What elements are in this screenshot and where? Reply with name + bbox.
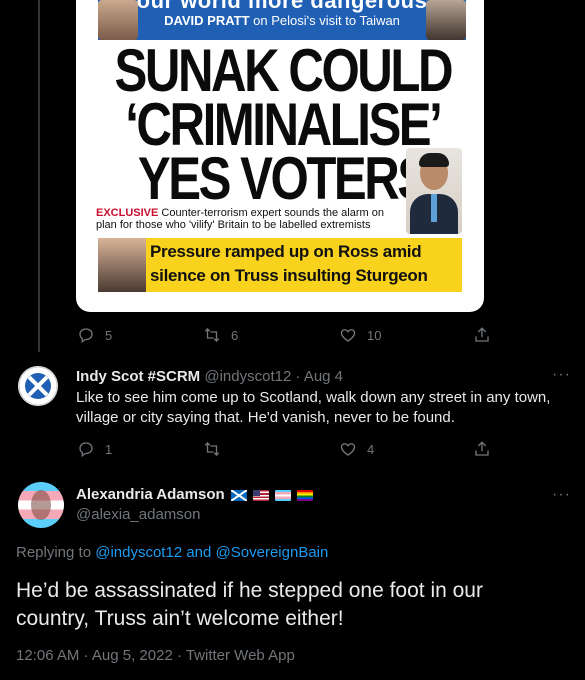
- reply-icon: [79, 442, 93, 458]
- headline-line: SUNAK COULD: [114, 37, 454, 104]
- reply1-reply-count: 1: [105, 441, 113, 457]
- yellow-box-headline: Pressure ramped up on Ross amid silence …: [150, 240, 460, 288]
- reply1-handle[interactable]: @indyscot12: [204, 368, 291, 385]
- replying-to-line: Replying to @indyscot12 and @SovereignBa…: [16, 544, 328, 561]
- avatar-alexandria-adamson[interactable]: [18, 482, 64, 528]
- yellow-line: silence on Truss insulting Sturgeon: [150, 266, 428, 285]
- retweet-count: 6: [231, 327, 239, 343]
- reply1-header: Indy Scot #SCRM @indyscot12 · Aug 4: [76, 368, 343, 385]
- banner-author: DAVID PRATT: [164, 13, 250, 28]
- tweet-image-newspaper[interactable]: our world more dangerous DAVID PRATT on …: [76, 0, 484, 312]
- yellow-box-photo: [98, 238, 146, 292]
- reply1-text: Like to see him come up to Scotland, wal…: [76, 389, 551, 426]
- share-icon: [475, 327, 489, 342]
- replying-prefix: Replying to: [16, 544, 92, 561]
- reply1-like-button[interactable]: 4: [339, 440, 374, 458]
- exclusive-tag: EXCLUSIVE: [96, 207, 159, 219]
- like-button[interactable]: 10: [339, 326, 381, 344]
- scotland-flag-icon: [230, 489, 247, 501]
- reply1-reply-button[interactable]: 1: [77, 440, 112, 458]
- reply-button[interactable]: 5: [77, 326, 112, 344]
- saltire-badge-icon: [18, 366, 58, 406]
- banner-photo-right: [426, 0, 466, 40]
- main-tweet-more-icon[interactable]: ···: [552, 486, 571, 504]
- share-button[interactable]: [473, 326, 491, 344]
- like-count: 10: [367, 327, 382, 343]
- retweet-button[interactable]: 6: [203, 326, 238, 344]
- rainbow-flag-icon: [297, 489, 314, 501]
- main-tweet-name[interactable]: Alexandria Adamson: [76, 486, 225, 503]
- reply1-date[interactable]: · Aug 4: [295, 368, 343, 385]
- avatar-silhouette: [31, 490, 51, 520]
- banner-subtext: on Pelosi's visit to Taiwan: [253, 13, 400, 28]
- trans-flag-icon: [275, 489, 292, 501]
- headline-line: ‘CRIMINALISE’: [125, 91, 443, 158]
- share-icon: [475, 441, 489, 456]
- avatar-indy-scot[interactable]: [18, 366, 58, 406]
- reply1-retweet-button[interactable]: [203, 440, 221, 458]
- main-tweet-handle[interactable]: @alexia_adamson: [76, 506, 200, 523]
- newspaper-banner: our world more dangerous DAVID PRATT on …: [98, 0, 466, 40]
- thread-connector-line: [38, 0, 40, 352]
- reply-count: 5: [105, 327, 113, 343]
- yellow-line: Pressure ramped up on Ross amid: [150, 242, 422, 261]
- main-tweet-meta[interactable]: 12:06 AM · Aug 5, 2022 · Twitter Web App: [16, 647, 295, 664]
- newspaper-portrait-photo: [406, 148, 462, 234]
- us-flag-icon: [253, 489, 269, 501]
- banner-subline: DAVID PRATT on Pelosi's visit to Taiwan: [98, 13, 466, 28]
- replying-to-link-sovereignbain[interactable]: @SovereignBain: [216, 544, 329, 561]
- main-tweet-handle-line: @alexia_adamson: [76, 506, 200, 523]
- reply1-like-count: 4: [367, 441, 375, 457]
- newspaper-exclusive: EXCLUSIVE Counter-terrorism expert sound…: [96, 207, 396, 231]
- newspaper-yellow-box: Pressure ramped up on Ross amid silence …: [98, 238, 462, 292]
- banner-headline: our world more dangerous: [136, 0, 428, 13]
- retweet-icon: [204, 328, 220, 342]
- main-tweet-text: He’d be assassinated if he stepped one f…: [16, 579, 483, 630]
- reply1-more-icon[interactable]: ···: [552, 366, 571, 384]
- banner-photo-left: [98, 0, 138, 40]
- main-tweet-header: Alexandria Adamson: [76, 486, 314, 503]
- reply-icon: [79, 328, 93, 344]
- reply1-share-button[interactable]: [473, 440, 491, 458]
- replying-to-link-indyscot12[interactable]: @indyscot12: [95, 544, 182, 561]
- heart-icon: [340, 443, 356, 456]
- heart-icon: [340, 329, 356, 342]
- reply1-name[interactable]: Indy Scot #SCRM: [76, 368, 200, 385]
- replying-and[interactable]: and: [186, 544, 211, 561]
- retweet-icon: [204, 442, 220, 456]
